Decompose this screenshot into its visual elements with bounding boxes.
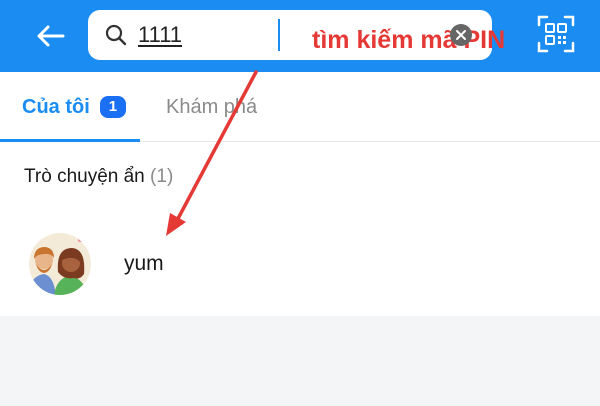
tab-explore-label: Khám phá (166, 95, 258, 118)
qr-scan-icon (537, 15, 575, 53)
content-panel: Trò chuyện ẩn (1) yum (0, 142, 600, 316)
search-input[interactable]: 1111 (138, 22, 182, 48)
search-icon (105, 24, 127, 46)
text-caret (278, 19, 280, 51)
avatar (29, 233, 91, 295)
section-title: Trò chuyện ẩn (1) (24, 166, 173, 188)
annotation-label: tìm kiếm mã PIN (312, 26, 506, 54)
tab-mine-label: Của tôi (22, 95, 90, 118)
header-bar: 1111 tìm kiếm mã PIN (0, 0, 600, 72)
list-item[interactable]: yum (0, 228, 600, 300)
section-title-text: Trò chuyện ẩn (24, 166, 145, 187)
back-button[interactable] (30, 16, 70, 56)
close-icon (456, 30, 466, 40)
clear-search-button[interactable] (450, 24, 472, 46)
search-box[interactable]: 1111 tìm kiếm mã PIN (88, 10, 505, 60)
tab-explore[interactable]: Khám phá (166, 72, 257, 142)
qr-scan-button[interactable] (536, 14, 576, 54)
tab-mine[interactable]: Của tôi 1 (22, 72, 127, 142)
section-count: (1) (150, 166, 174, 187)
arrow-left-icon (37, 25, 65, 47)
count-badge: 1 (99, 96, 127, 118)
tab-bar: Của tôi 1 Khám phá (0, 72, 600, 142)
chat-name: yum (124, 252, 164, 275)
